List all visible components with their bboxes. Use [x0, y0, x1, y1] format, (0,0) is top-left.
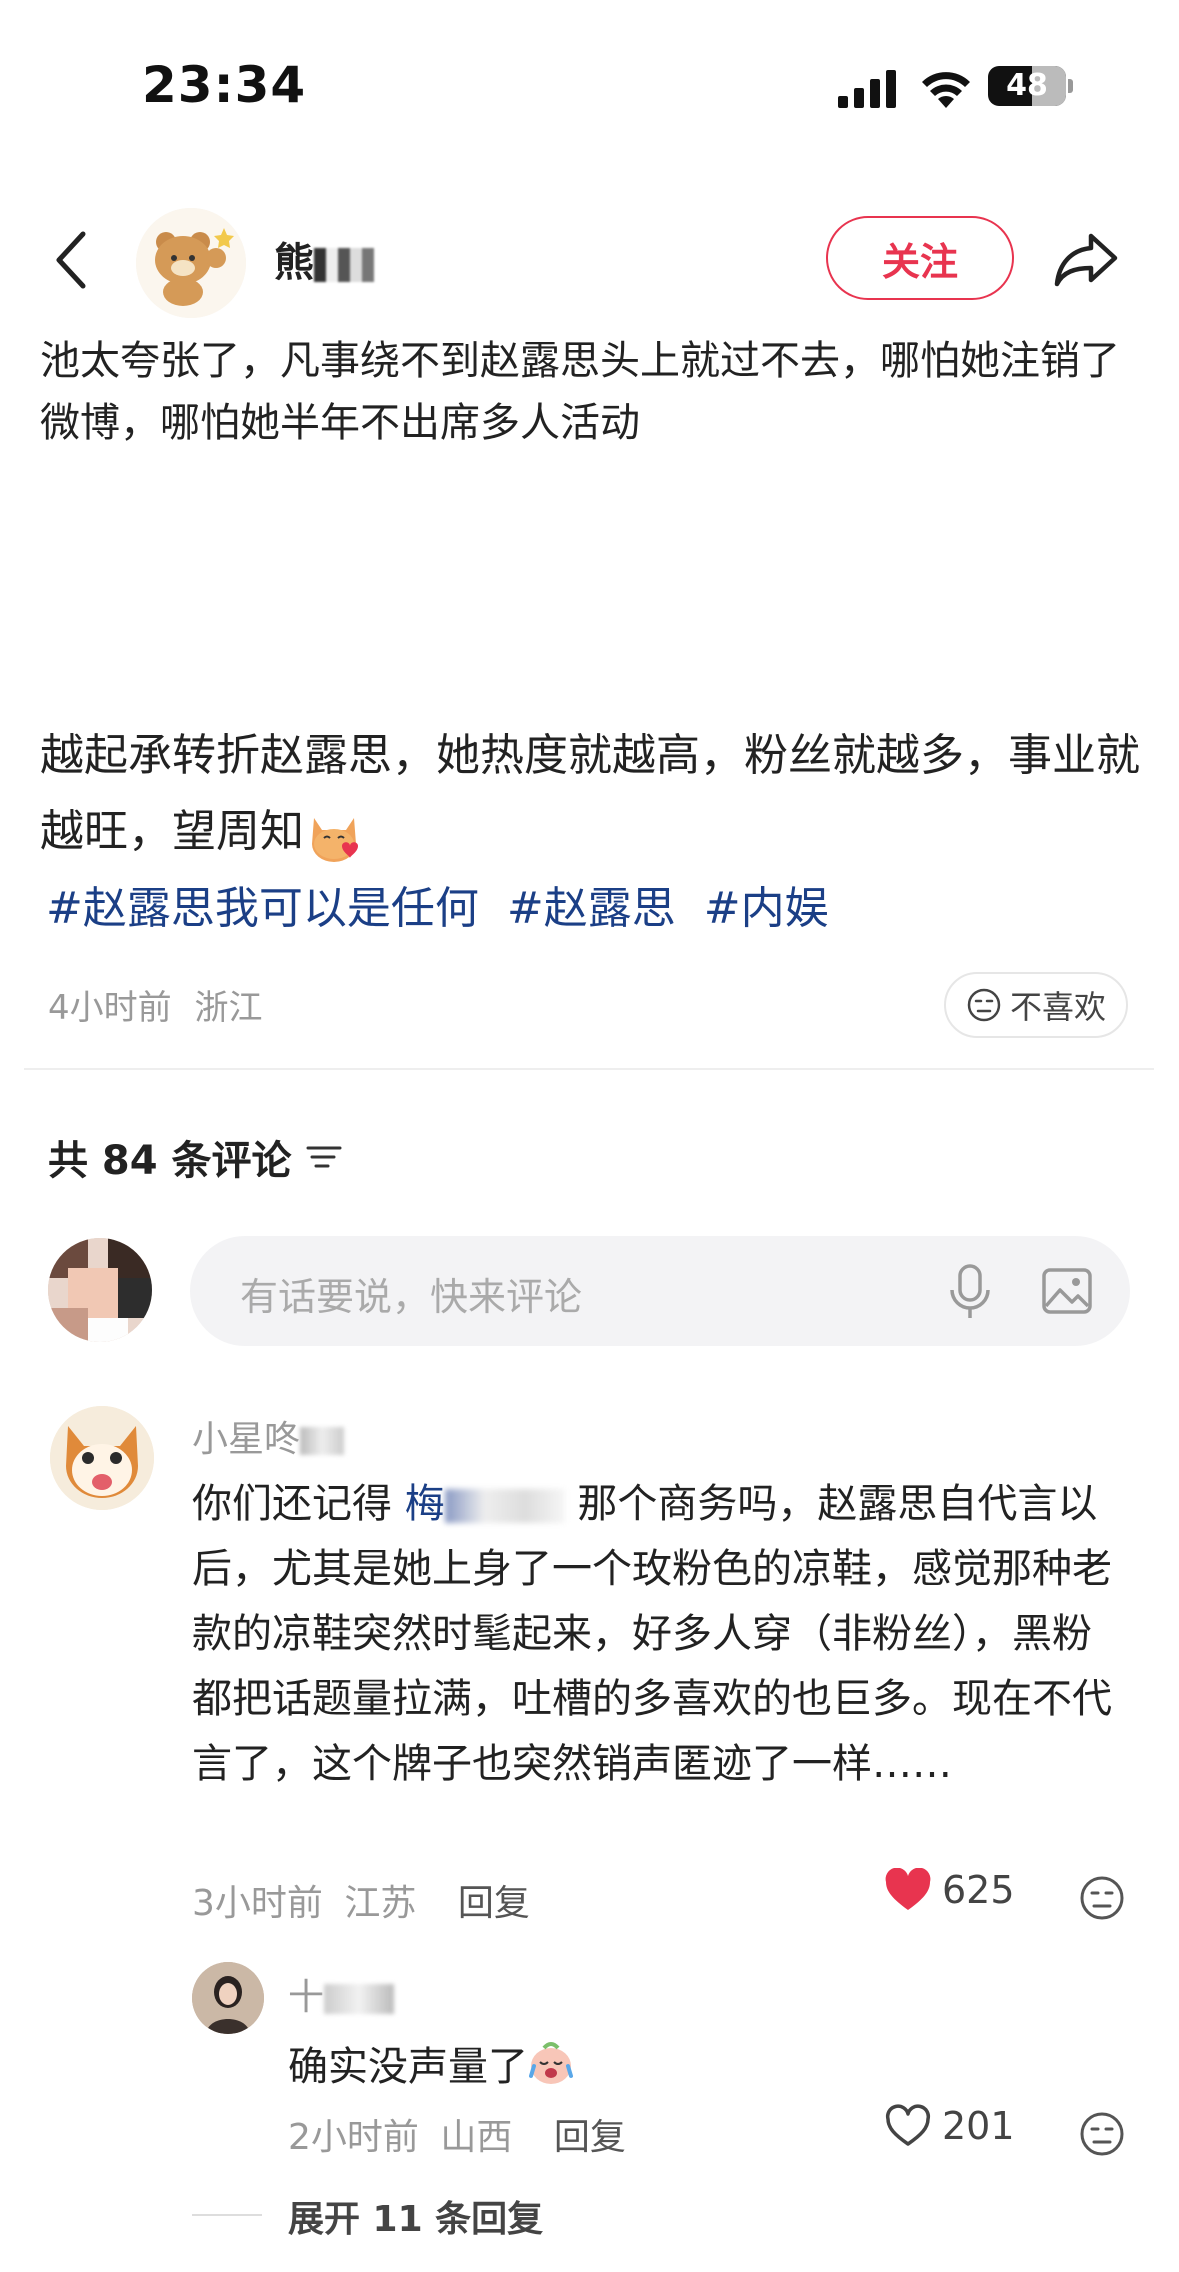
- reply-like-button[interactable]: 201: [884, 2104, 1015, 2148]
- reply-author-name-text: 十: [288, 1977, 325, 2018]
- author-name-text: 熊: [274, 240, 314, 286]
- cat-avatar-icon: [50, 1406, 154, 1510]
- follow-button[interactable]: 关注: [826, 216, 1014, 300]
- hashtag-3[interactable]: #内娱: [704, 883, 829, 934]
- commenter-name-text: 小星咚: [192, 1419, 301, 1460]
- reply-time: 2小时前: [288, 2117, 419, 2158]
- post-header: 熊 关注: [0, 190, 1179, 330]
- post-paragraph-2: 越起承转折赵露思，她热度就越高，粉丝就越多，事业就越旺，望周知: [40, 718, 1140, 870]
- commenter-avatar[interactable]: [50, 1406, 154, 1510]
- chevron-left-icon: [56, 231, 86, 289]
- comment-time: 3小时前: [192, 1883, 323, 1924]
- hashtag-1[interactable]: #赵露思我可以是任何: [46, 883, 479, 934]
- microphone-icon[interactable]: [944, 1262, 996, 1322]
- comment-text: 你们还记得 梅 那个商务吗，赵露思自代言以后，尤其是她上身了一个玫粉色的凉鞋，感…: [192, 1472, 1112, 1797]
- wifi-icon: [922, 72, 970, 108]
- post-time: 4小时前: [48, 988, 172, 1028]
- post-paragraph-2-text: 越起承转折赵露思，她热度就越高，粉丝就越多，事业就越旺，望周知: [40, 730, 1140, 857]
- comment-mention-text: 梅: [404, 1481, 445, 1527]
- reply-meta: 2小时前 山西 回复: [288, 2108, 626, 2160]
- reply-text: 确实没声量了: [288, 2034, 574, 2092]
- reply-button[interactable]: 回复: [554, 2117, 626, 2158]
- person-avatar-icon: [192, 1962, 264, 2034]
- divider: [24, 1068, 1154, 1070]
- hashtag-2[interactable]: #赵露思: [507, 883, 676, 934]
- share-button[interactable]: [1046, 220, 1126, 300]
- dislike-face-icon[interactable]: [1078, 2110, 1126, 2158]
- dislike-face-icon[interactable]: [1078, 1874, 1126, 1922]
- image-picker-icon[interactable]: [1040, 1264, 1094, 1318]
- comment-mention-link[interactable]: 梅: [405, 1481, 565, 1527]
- comment-text-before: 你们还记得: [192, 1481, 405, 1527]
- my-avatar[interactable]: [48, 1238, 152, 1342]
- comment-count: 共 84 条评论: [48, 1128, 342, 1186]
- status-time: 23:34: [142, 56, 307, 114]
- battery-icon: 48: [988, 66, 1074, 106]
- pixelated-avatar-icon: [48, 1238, 152, 1342]
- dislike-button[interactable]: 不喜欢: [944, 972, 1128, 1038]
- status-icons: 48: [838, 62, 1088, 112]
- reply-location: 山西: [440, 2117, 513, 2158]
- comment-count-label: 共 84 条评论: [48, 1138, 292, 1184]
- redacted-blur: [324, 1984, 395, 2014]
- dislike-label: 不喜欢: [1009, 988, 1106, 1026]
- redacted-blur: [314, 248, 374, 282]
- battery-level-text: 48: [1006, 68, 1048, 103]
- author-name[interactable]: 熊: [274, 230, 374, 288]
- post-meta: 4小时前 浙江: [48, 980, 262, 1029]
- hashtag-list: #赵露思我可以是任何 #赵露思 #内娱: [46, 872, 843, 936]
- heart-outline-icon: [885, 2104, 931, 2146]
- status-bar: 23:34 48: [0, 0, 1179, 150]
- reply-button[interactable]: 回复: [458, 1883, 530, 1924]
- bear-avatar-icon: [136, 208, 246, 318]
- comment-location: 江苏: [344, 1883, 417, 1924]
- cat-heart-emoji-icon: [312, 818, 358, 862]
- author-avatar[interactable]: [136, 208, 246, 318]
- reply-author-name[interactable]: 十: [288, 1968, 395, 2020]
- expand-replies-button[interactable]: 展开 11 条回复: [288, 2190, 543, 2242]
- post-location: 浙江: [194, 988, 263, 1028]
- comment-input-placeholder: 有话要说，快来评论: [240, 1275, 583, 1319]
- crying-emoji-icon: [529, 2042, 573, 2084]
- sort-filter-icon[interactable]: [306, 1143, 342, 1171]
- reply-like-count: 201: [942, 2104, 1015, 2148]
- share-arrow-icon: [1054, 233, 1118, 287]
- post-paragraph-1: 池太夸张了，凡事绕不到赵露思头上就过不去，哪怕她注销了微博，哪怕她半年不出席多人…: [40, 338, 1120, 446]
- like-button[interactable]: 625: [884, 1868, 1015, 1912]
- cellular-signal-icon: [838, 70, 896, 108]
- reply-avatar[interactable]: [192, 1962, 264, 2034]
- unamused-face-icon: [967, 988, 1001, 1022]
- heart-filled-icon: [885, 1868, 931, 1910]
- like-count: 625: [942, 1868, 1015, 1912]
- redacted-blur: [444, 1489, 565, 1523]
- reply-text-content: 确实没声量了: [288, 2044, 528, 2090]
- back-button[interactable]: [40, 220, 100, 300]
- expand-divider: [192, 2214, 262, 2216]
- comment-meta: 3小时前 江苏 回复: [192, 1874, 530, 1926]
- redacted-blur: [300, 1427, 345, 1455]
- commenter-name[interactable]: 小星咚: [192, 1410, 345, 1462]
